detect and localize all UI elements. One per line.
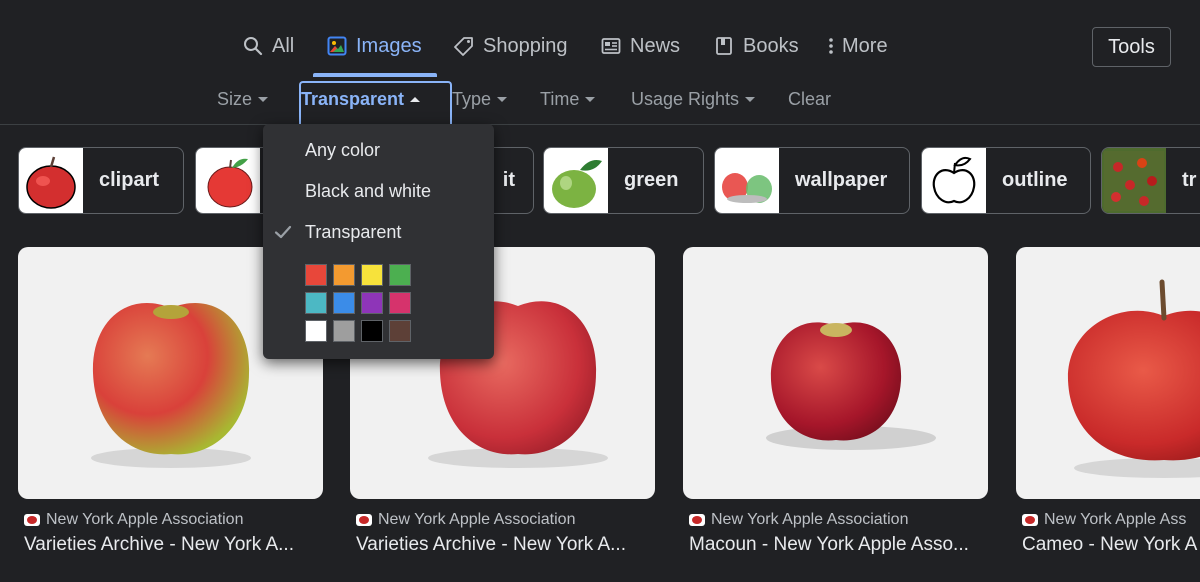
tab-news[interactable]: News: [601, 28, 680, 64]
apple-image: [765, 322, 936, 450]
color-swatch-white[interactable]: [305, 320, 327, 342]
checkmark-icon: [274, 225, 292, 239]
active-tab-indicator: [313, 73, 437, 77]
chip-clipart[interactable]: clipart: [18, 147, 184, 214]
chip-outline[interactable]: outline: [921, 147, 1091, 214]
color-swatch-purple[interactable]: [361, 292, 383, 314]
tab-more[interactable]: More: [826, 28, 888, 64]
search-icon: [243, 36, 263, 56]
tab-label: Shopping: [483, 34, 568, 57]
filter-time[interactable]: Time: [540, 84, 596, 114]
apple-image: [1067, 279, 1200, 478]
color-swatch-black[interactable]: [361, 320, 383, 342]
filter-label: Usage Rights: [631, 88, 740, 109]
color-swatch-pink[interactable]: [389, 292, 411, 314]
search-tabs: All Images Shopping News Books More: [0, 0, 1200, 78]
image-result-4[interactable]: [1016, 247, 1200, 499]
tab-label: Images: [356, 34, 422, 57]
tab-label: More: [842, 34, 888, 57]
chip-label: clipart: [99, 169, 160, 191]
chevron-up-icon: [410, 96, 421, 102]
site-favicon: [689, 514, 705, 526]
result-title[interactable]: Varieties Archive - New York A...: [24, 534, 324, 558]
color-swatch-yellow[interactable]: [361, 264, 383, 286]
result-source[interactable]: New York Apple Association: [356, 510, 575, 530]
filter-type[interactable]: Type: [452, 84, 508, 114]
color-swatch-brown[interactable]: [389, 320, 411, 342]
menu-option-label: Transparent: [305, 221, 402, 242]
color-swatch-orange[interactable]: [333, 264, 355, 286]
result-title[interactable]: Cameo - New York A: [1022, 534, 1200, 558]
chip-thumbnail: [922, 148, 986, 213]
chevron-down-icon: [745, 96, 756, 102]
menu-option-black-and-white[interactable]: Black and white: [263, 173, 494, 209]
apple-image: [90, 303, 251, 468]
chip-label: green: [624, 169, 679, 191]
site-favicon: [1022, 514, 1038, 526]
chip-tree[interactable]: tr: [1101, 147, 1200, 214]
color-swatch-teal[interactable]: [305, 292, 327, 314]
color-swatch-blue[interactable]: [333, 292, 355, 314]
image-result-3[interactable]: [683, 247, 988, 499]
filter-label: Time: [540, 88, 580, 109]
tab-books[interactable]: Books: [714, 28, 799, 64]
site-favicon: [24, 514, 40, 526]
chip-thumbnail: [19, 148, 83, 213]
chip-label: wallpaper: [795, 169, 888, 191]
filter-label: Transparent: [301, 88, 405, 109]
tab-shopping[interactable]: Shopping: [454, 28, 568, 64]
tag-icon: [454, 36, 474, 56]
filter-label: Clear: [788, 88, 832, 109]
header-divider: [0, 124, 1200, 125]
result-source[interactable]: New York Apple Association: [689, 510, 908, 530]
tab-label: All: [272, 34, 295, 57]
menu-option-transparent[interactable]: Transparent: [263, 214, 494, 250]
source-name: New York Apple Association: [46, 511, 244, 528]
book-icon: [714, 36, 734, 56]
color-swatch-gray[interactable]: [333, 320, 355, 342]
chip-label: tr: [1182, 169, 1197, 191]
chip-thumbnail: [544, 148, 608, 213]
chip-thumbnail: [1102, 148, 1166, 213]
filter-size[interactable]: Size: [217, 84, 269, 114]
result-title[interactable]: Varieties Archive - New York A...: [356, 534, 656, 558]
color-filter-menu: Any color Black and white Transparent: [263, 124, 494, 359]
result-title[interactable]: Macoun - New York Apple Asso...: [689, 534, 989, 558]
chip-thumbnail: [715, 148, 779, 213]
color-swatch-red[interactable]: [305, 264, 327, 286]
source-name: New York Apple Association: [711, 511, 909, 528]
image-icon: [327, 36, 347, 56]
source-name: New York Apple Ass: [1044, 511, 1187, 528]
chip-wallpaper[interactable]: wallpaper: [714, 147, 910, 214]
filter-label: Size: [217, 88, 253, 109]
tab-label: News: [630, 34, 681, 57]
source-name: New York Apple Association: [378, 511, 576, 528]
chip-green[interactable]: green: [543, 147, 704, 214]
news-icon: [601, 36, 621, 56]
tab-all[interactable]: All: [243, 28, 294, 64]
tools-button[interactable]: Tools: [1092, 27, 1171, 67]
tab-images[interactable]: Images: [327, 28, 422, 64]
filter-color[interactable]: Transparent: [301, 84, 421, 114]
menu-option-any-color[interactable]: Any color: [263, 132, 494, 168]
chevron-down-icon: [585, 96, 596, 102]
color-swatch-green[interactable]: [389, 264, 411, 286]
chevron-down-icon: [497, 96, 508, 102]
filter-usage-rights[interactable]: Usage Rights: [631, 84, 756, 114]
result-source[interactable]: New York Apple Ass: [1022, 510, 1200, 530]
tab-label: Books: [743, 34, 799, 57]
chip-thumbnail: [196, 148, 260, 213]
site-favicon: [356, 514, 372, 526]
chevron-down-icon: [258, 96, 269, 102]
filter-label: Type: [452, 88, 492, 109]
result-source[interactable]: New York Apple Association: [24, 510, 243, 530]
more-vert-icon: [826, 36, 836, 56]
chip-label: outline: [1002, 169, 1068, 191]
filter-clear[interactable]: Clear: [788, 84, 831, 114]
